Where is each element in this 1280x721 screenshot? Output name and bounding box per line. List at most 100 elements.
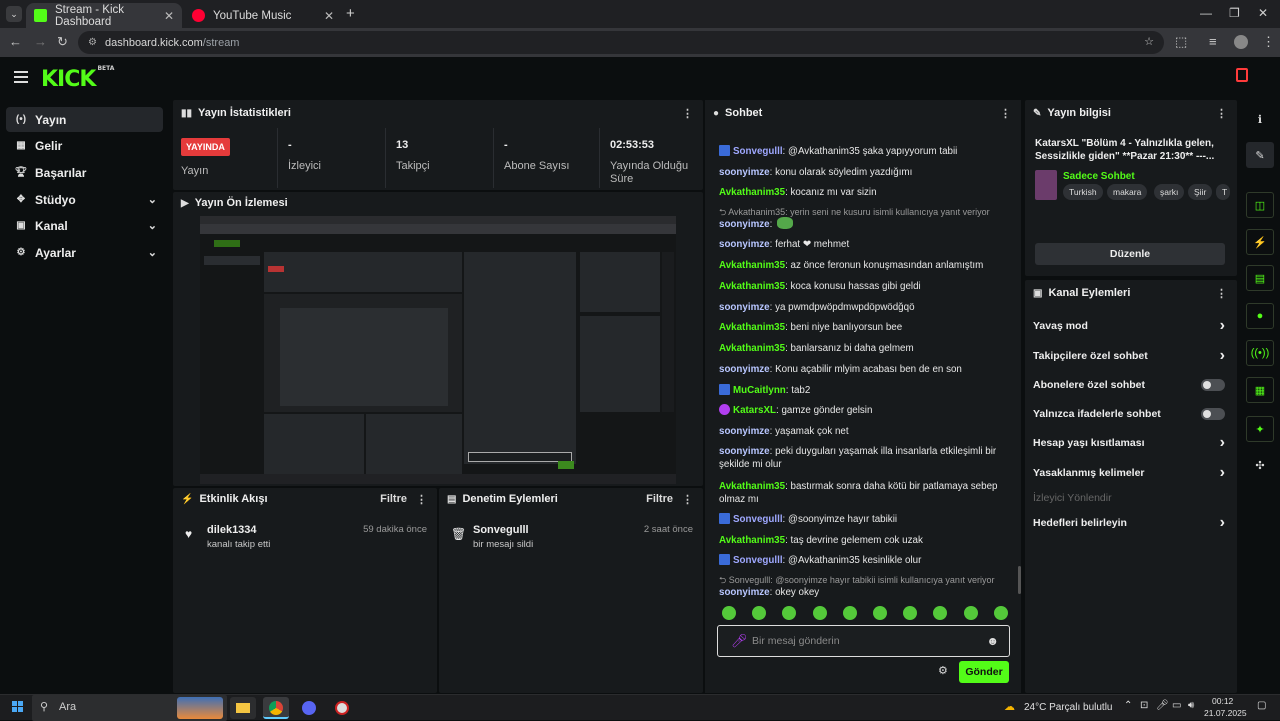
tag[interactable]: makara [1107,184,1148,200]
chat-message[interactable]: soonyimze: peki duyguları yaşamak illa i… [719,445,1009,471]
sidebar-item-kanal[interactable]: ▣ Kanal ⌄ [6,213,163,238]
notifications-icon[interactable]: ▢ [1257,700,1266,711]
more-options-icon[interactable]: ⋮ [1216,287,1227,300]
chat-username[interactable]: KatarsXL [733,405,776,416]
emoji-icon[interactable]: ☻ [986,634,999,648]
chat-message[interactable]: Avkathanim35: kocanız mı var sizin [719,186,1009,199]
channel-action-item[interactable]: Hesap yaşı kısıtlaması › [1033,433,1225,453]
chat-username[interactable]: soonyimze [719,302,770,313]
more-options-icon[interactable]: ⋮ [682,107,693,120]
chat-username[interactable]: Avkathanim35 [719,281,785,292]
chat-message[interactable]: Avkathanim35: koca konusu hassas gibi ge… [719,280,1009,293]
sidebar-item-studyo[interactable]: ✥ Stüdyo ⌄ [6,187,163,212]
moderation-user[interactable]: Sonvegulll [473,524,529,536]
tag[interactable]: T [1216,184,1230,200]
tag[interactable]: şarkı [1154,184,1185,200]
emote-icon[interactable] [933,606,948,620]
category-thumbnail[interactable] [1035,170,1057,200]
sidebar-item-gelir[interactable]: ▦ Gelir [6,133,163,158]
sidebar-item-yayin[interactable]: (•) Yayın [6,107,163,132]
clip-icon[interactable]: ◫ [1246,192,1274,218]
document-icon[interactable]: ▤ [1246,265,1274,291]
microphone-icon[interactable]: 🎤︎ [731,633,748,649]
chat-username[interactable]: Avkathanim35 [719,343,785,354]
layout-icon[interactable]: ▦ [1246,377,1274,403]
back-icon[interactable]: ← [9,34,22,49]
close-icon[interactable]: ✕ [164,9,174,23]
chat-username[interactable]: MuCaitlynn [733,385,786,396]
discord-icon[interactable] [296,697,322,719]
kick-logo[interactable]: KICK BETA [41,65,114,92]
chat-message[interactable]: Avkathanim35: bastırmak sonra daha kötü … [719,480,1009,506]
sidebar-item-basarilar[interactable]: 🏆︎ Başarılar [6,160,163,185]
chevron-up-icon[interactable]: ⌃ [1124,700,1132,711]
more-options-icon[interactable]: ⋮ [416,493,427,506]
channel-action-item[interactable]: Yalnızca ifadelerle sohbet [1033,404,1225,424]
wrench-icon[interactable]: ✦ [1246,416,1274,442]
channel-action-item[interactable]: Yasaklanmış kelimeler › [1033,463,1225,483]
chat-message[interactable]: Avkathanim35: beni niye banlıyorsun bee [719,321,1009,334]
chat-username[interactable]: Sonvegulll [733,146,783,157]
hamburger-menu-icon[interactable] [14,71,28,83]
more-options-icon[interactable]: ⋮ [1216,107,1227,120]
chrome-icon[interactable] [263,697,289,719]
edit-button[interactable]: Düzenle [1035,243,1225,265]
send-button[interactable]: Gönder [959,661,1009,683]
reload-icon[interactable]: ↻ [57,34,68,50]
broadcast-icon[interactable]: ((•)) [1246,340,1274,366]
site-info-icon[interactable]: ⚙ [88,37,97,48]
emote-icon[interactable] [842,606,857,620]
chat-username[interactable]: soonyimze [719,446,770,457]
category-link[interactable]: Sadece Sohbet [1063,171,1135,182]
more-options-icon[interactable]: ⋮ [1000,107,1011,120]
chat-message[interactable]: soonyimze: yaşamak çok net [719,425,1009,438]
file-explorer-icon[interactable] [230,697,256,719]
chat-message[interactable]: Avkathanim35: az önce feronun konuşmasın… [719,259,1009,272]
clock-date[interactable]: 21.07.2025 [1204,708,1247,718]
clock-time[interactable]: 00:12 [1212,696,1233,706]
new-tab-icon[interactable]: + [346,5,355,22]
emote-icon[interactable] [873,606,887,620]
stream-manager-icon[interactable] [1236,68,1248,82]
window-close-icon[interactable]: ✕ [1258,6,1268,20]
more-options-icon[interactable]: ⋮ [682,493,693,506]
maximize-icon[interactable]: ❐ [1229,6,1240,20]
forward-icon[interactable]: → [34,34,47,49]
emote-icon[interactable] [752,606,767,620]
chat-messages[interactable]: Sonvegulll: @Avkathanim35 şaka yapıyyoru… [705,120,1021,600]
network-icon[interactable]: ▭ [1172,700,1181,711]
emote-icon[interactable] [903,606,918,620]
chat-username[interactable]: Sonvegulll [733,555,783,566]
apps-icon[interactable]: ✣ [1246,452,1274,478]
tag[interactable]: Turkish [1063,184,1103,200]
tab-search-button[interactable]: ⌄ [6,6,22,22]
chat-message[interactable]: Sonvegulll: @Avkathanim35 kesinlikle olu… [719,554,1009,567]
emote-icon[interactable] [993,606,1008,620]
chat-message[interactable]: MuCaitlynn: tab2 [719,384,1009,397]
chat-message[interactable]: soonyimze: konu olarak söyledim yazdığım… [719,166,1009,179]
chat-scrollbar[interactable] [1018,566,1021,594]
activity-user[interactable]: dilek1334 [207,524,257,536]
chat-username[interactable]: Avkathanim35 [719,260,785,271]
stream-preview-video[interactable] [200,216,676,484]
chat-username[interactable]: soonyimze [719,167,770,178]
chat-username[interactable]: Avkathanim35 [719,187,785,198]
chat-message[interactable]: soonyimze: ya pwmdpwöpdmwpdöpwödğqö [719,301,1009,314]
chat-username[interactable]: soonyimze [719,364,770,375]
chat-message[interactable]: Avkathanim35: banlarsanız bi daha gelmem [719,342,1009,355]
volume-icon[interactable]: 🔊︎ [1188,700,1194,711]
minimize-icon[interactable]: — [1200,6,1212,20]
chat-message[interactable]: soonyimze: ferhat ❤ mehmet [719,238,1009,251]
tray-app-icon[interactable]: ⊡ [1140,700,1148,711]
chat-username[interactable]: Sonvegulll [733,514,783,525]
bookmark-star-icon[interactable]: ☆ [1144,35,1154,48]
emote-icon[interactable] [812,606,827,620]
browser-menu-icon[interactable]: ⋮ [1262,34,1275,50]
emote-icon[interactable] [722,606,736,620]
emote-icon[interactable] [782,606,797,620]
tab-youtube-music[interactable]: YouTube Music ✕ [184,3,342,28]
chat-message[interactable]: soonyimze: okey okey [719,586,1009,599]
address-bar[interactable]: ⚙ dashboard.kick.com/stream ☆ [78,31,1164,54]
sidebar-item-ayarlar[interactable]: ⚙ Ayarlar ⌄ [6,240,163,265]
chat-message[interactable]: soonyimze: Konu açabilir mlyim acabası b… [719,363,1009,376]
